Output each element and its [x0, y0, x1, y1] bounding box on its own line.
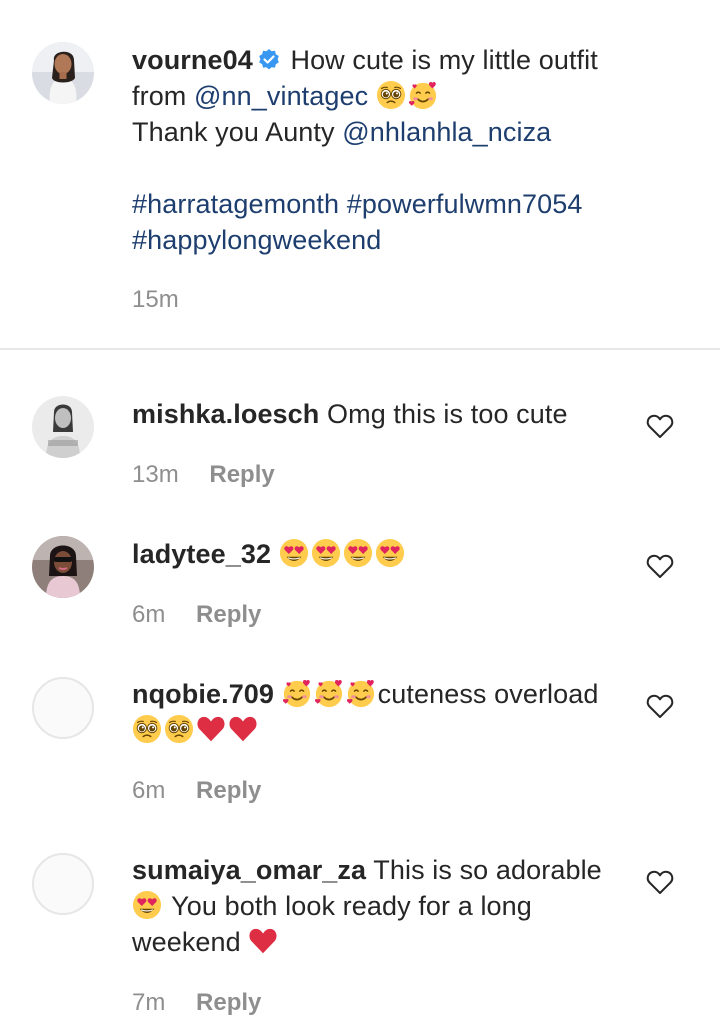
- comment-username[interactable]: mishka.loesch: [132, 399, 319, 429]
- caption-text: vourne04 How cute is my little outfit fr…: [132, 42, 632, 258]
- caption-meta: 15m: [132, 285, 203, 315]
- comment-text: nqobie.709 cuteness overload: [132, 676, 632, 748]
- mention-link[interactable]: @nn_vintagec: [194, 81, 368, 111]
- comment-meta: 13m Reply: [132, 460, 275, 490]
- caption-from: from: [132, 81, 187, 111]
- comment-body: This is so adorable: [373, 855, 602, 885]
- reply-button[interactable]: Reply: [196, 601, 261, 628]
- comment-meta: 7m Reply: [132, 988, 261, 1018]
- comment-timestamp: 7m: [132, 989, 166, 1016]
- comment-timestamp: 6m: [132, 777, 166, 804]
- comment-text: ladytee_32: [132, 536, 632, 572]
- divider: [0, 348, 720, 350]
- hashtag-link[interactable]: #harratagemonth: [132, 189, 339, 219]
- red-heart-emoji: [196, 714, 226, 744]
- comment-meta: 6m Reply: [132, 776, 261, 806]
- heart-eyes-emoji: [132, 890, 162, 920]
- heart-outline-icon[interactable]: [646, 693, 674, 719]
- smiling-face-with-hearts-emoji: [408, 80, 438, 110]
- comment-body: Omg this is too cute: [327, 399, 568, 429]
- smiling-face-with-hearts-emoji: [314, 678, 344, 708]
- comment-avatar[interactable]: [32, 396, 94, 458]
- comment-avatar[interactable]: [32, 853, 94, 915]
- comment-body-line3: weekend: [132, 927, 241, 957]
- red-heart-emoji: [248, 926, 278, 956]
- comment-text: mishka.loesch Omg this is too cute: [132, 396, 632, 432]
- heart-eyes-emoji: [375, 538, 405, 568]
- smiling-face-with-hearts-emoji: [346, 678, 376, 708]
- heart-outline-icon[interactable]: [646, 869, 674, 895]
- comment-username[interactable]: sumaiya_omar_za: [132, 855, 366, 885]
- post-caption: vourne04 How cute is my little outfit fr…: [0, 0, 720, 348]
- caption-thanks: Thank you Aunty: [132, 117, 335, 147]
- caption-avatar[interactable]: [32, 42, 94, 104]
- smiling-face-with-hearts-emoji: [282, 678, 312, 708]
- heart-eyes-emoji: [311, 538, 341, 568]
- comment-timestamp: 13m: [132, 461, 179, 488]
- verified-badge-icon: [259, 49, 279, 70]
- comment-avatar[interactable]: [32, 536, 94, 598]
- heart-outline-icon[interactable]: [646, 553, 674, 579]
- hashtag-link[interactable]: #powerfulwmn7054: [347, 189, 583, 219]
- comment-body-line2: You both look ready for a long: [171, 891, 532, 921]
- pleading-face-emoji: [132, 714, 162, 744]
- mention-link[interactable]: @nhlanhla_nciza: [342, 117, 551, 147]
- comment-timestamp: 6m: [132, 601, 166, 628]
- hashtag-link[interactable]: #happylongweekend: [132, 225, 381, 255]
- comment-text: sumaiya_omar_za This is so adorable You …: [132, 852, 632, 960]
- reply-button[interactable]: Reply: [196, 777, 261, 804]
- caption-line1: How cute is my little outfit: [290, 45, 598, 75]
- profile-photo-icon: [32, 42, 94, 104]
- comment-username[interactable]: nqobie.709: [132, 679, 274, 709]
- pleading-face-emoji: [376, 80, 406, 110]
- comment-meta: 6m Reply: [132, 600, 261, 630]
- profile-photo-icon: [32, 396, 94, 458]
- red-heart-emoji: [228, 714, 258, 744]
- comment-avatar[interactable]: [32, 677, 94, 739]
- caption-timestamp: 15m: [132, 286, 179, 313]
- pleading-face-emoji: [164, 714, 194, 744]
- caption-username[interactable]: vourne04: [132, 45, 253, 75]
- profile-photo-icon: [32, 536, 94, 598]
- heart-eyes-emoji: [343, 538, 373, 568]
- comment-body: cuteness overload: [377, 679, 599, 709]
- comment-username[interactable]: ladytee_32: [132, 539, 271, 569]
- heart-eyes-emoji: [279, 538, 309, 568]
- reply-button[interactable]: Reply: [196, 989, 261, 1016]
- heart-outline-icon[interactable]: [646, 413, 674, 439]
- reply-button[interactable]: Reply: [209, 461, 274, 488]
